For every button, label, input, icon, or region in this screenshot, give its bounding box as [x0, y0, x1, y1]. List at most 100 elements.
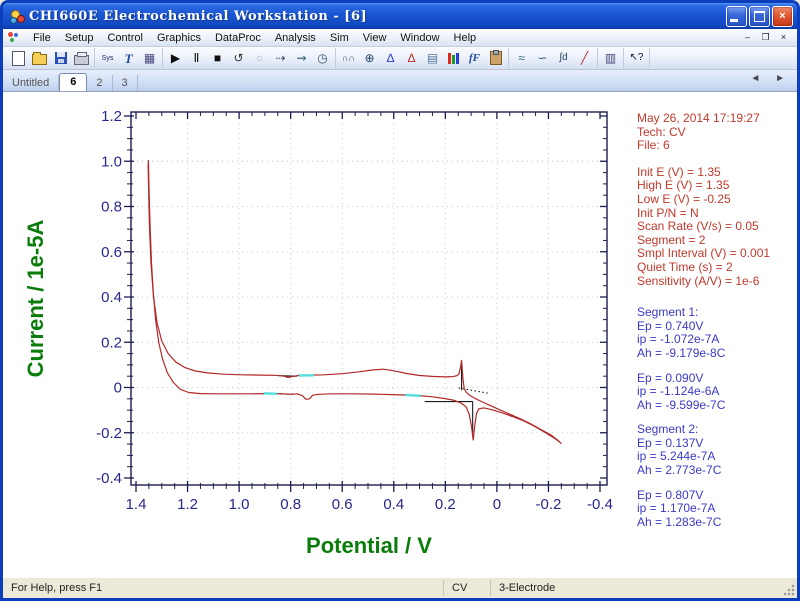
peak-anno-icon: ∆	[407, 51, 416, 65]
panel-line: Init E (V) = 1.35	[637, 164, 721, 179]
menu-analysis[interactable]: Analysis	[268, 31, 323, 45]
color-map-icon	[447, 52, 460, 64]
font-icon[interactable]: fF	[464, 49, 485, 68]
tab-untitled[interactable]: Untitled	[3, 75, 60, 91]
x-tick-label: 0.2	[435, 496, 456, 513]
tab-2[interactable]: 2	[87, 75, 113, 91]
y-tick-label: 0.6	[101, 244, 122, 261]
x-tick-label: 0	[493, 496, 501, 513]
experiment-info-panel: May 26, 2014 17:19:27 Tech: CV File: 6 Ini…	[637, 111, 795, 540]
hold-icon[interactable]: ○	[249, 49, 270, 68]
new-file-icon	[12, 50, 25, 66]
panel-line: ip = -1.072e-7A	[637, 332, 720, 347]
technique-icon[interactable]: T	[118, 49, 139, 68]
timer-icon[interactable]: ◷	[312, 49, 333, 68]
x-tick-label: 1.0	[229, 496, 250, 513]
menu-graphics[interactable]: Graphics	[150, 31, 208, 45]
tab-3[interactable]: 3	[113, 75, 138, 91]
reverse-scan-icon[interactable]: ↺	[228, 49, 249, 68]
new-file-icon[interactable]	[8, 49, 29, 68]
panel-line: Ah = 1.283e-7C	[637, 514, 722, 529]
color-map-icon[interactable]	[443, 49, 464, 68]
menu-setup[interactable]: Setup	[58, 31, 101, 45]
system-setup-icon[interactable]: Sys	[97, 49, 118, 68]
plot-client-area: 1.4 1.2 1.0 0.8 0.6 0.4 0.2 0 -0.2 -0.4 1.2 1.0 0.8 0…	[3, 92, 797, 577]
step-icon[interactable]: ⇢	[270, 49, 291, 68]
panel-line: High E (V) = 1.35	[637, 178, 730, 193]
title-bar[interactable]: CHI660E Electrochemical Workstation - [6…	[3, 3, 797, 29]
probe-icon[interactable]: ╱	[574, 49, 595, 68]
panel-line: Ah = -9.179e-8C	[637, 345, 726, 360]
panel-line: Ah = -9.599e-7C	[637, 397, 726, 412]
peak-result-block: Segment 1: Ep = 0.740V ip = -1.072e-7A Ah =…	[637, 306, 795, 360]
zoom-in-icon[interactable]: ⊕	[359, 49, 380, 68]
help-pointer-icon[interactable]: ↖?	[626, 49, 647, 68]
integration-seg1-mid	[405, 393, 421, 398]
menu-help[interactable]: Help	[447, 31, 484, 45]
tab-6[interactable]: 6	[59, 73, 88, 91]
pause-icon[interactable]: Ⅱ	[186, 49, 207, 68]
y-tick-label: 0.2	[101, 334, 122, 351]
stop-icon: ■	[213, 51, 222, 65]
run-icon[interactable]: ▶	[165, 49, 186, 68]
toolbar: Sys T ▦ ▶ Ⅱ ■ ↺ ○ ⇢ ⇝ ◷ ∩∩ ⊕ ∆ ∆ ▤ fF ≈ ∽ ∫d ╱ ▥ ↖?	[3, 47, 797, 70]
smooth-icon[interactable]: ∽	[532, 49, 553, 68]
y-tick-label: 0	[114, 380, 122, 397]
menu-file[interactable]: File	[26, 31, 58, 45]
save-icon[interactable]	[50, 49, 71, 68]
status-electrode-mode: 3-Electrode	[499, 582, 556, 594]
app-window: CHI660E Electrochemical Workstation - [6…	[0, 0, 800, 601]
mdi-minimize-button[interactable]: –	[740, 32, 755, 44]
minimize-button[interactable]	[726, 5, 747, 27]
copy-clipboard-icon[interactable]	[485, 49, 506, 68]
mdi-restore-button[interactable]: ❐	[758, 32, 773, 44]
data-tab-bar: Untitled 6 2 3 ◄ ►	[3, 70, 797, 92]
x-tick-label: 0.8	[280, 496, 301, 513]
open-file-icon	[32, 52, 47, 65]
font-icon: fF	[469, 51, 480, 64]
resize-grip[interactable]	[783, 584, 795, 596]
window-title: CHI660E Electrochemical Workstation - [6…	[29, 8, 368, 24]
panel-line: Init P/N = N	[637, 205, 699, 220]
print-icon[interactable]	[71, 49, 92, 68]
open-file-icon[interactable]	[29, 49, 50, 68]
ir-comp-icon: ⇝	[296, 51, 307, 65]
menu-window[interactable]: Window	[393, 31, 446, 45]
stop-icon[interactable]: ■	[207, 49, 228, 68]
peak-anno-icon[interactable]: ∆	[401, 49, 422, 68]
y-tick-label: 0.4	[101, 289, 122, 306]
menu-dataproc[interactable]: DataProc	[208, 31, 268, 45]
menu-sim[interactable]: Sim	[323, 31, 356, 45]
overlay-wave-icon[interactable]: ≈	[511, 49, 532, 68]
panel-line: Ep = 0.807V	[637, 487, 704, 502]
restore-button[interactable]	[749, 5, 770, 27]
panel-line: Scan Rate (V/s) = 0.05	[637, 219, 759, 234]
menu-control[interactable]: Control	[100, 31, 149, 45]
panel-line: Ep = 0.137V	[637, 435, 704, 450]
peak-results: Segment 1: Ep = 0.740V ip = -1.072e-7A Ah =…	[637, 306, 795, 529]
data-listing-icon[interactable]: ▥	[600, 49, 621, 68]
ir-comp-icon[interactable]: ⇝	[291, 49, 312, 68]
cell-setup-icon[interactable]: ▦	[139, 49, 160, 68]
panel-line: Quiet Time (s) = 2	[637, 259, 733, 274]
integrate-icon[interactable]: ∫d	[553, 49, 574, 68]
minimize-icon	[729, 19, 738, 22]
overlay-wave-icon: ≈	[518, 51, 525, 65]
status-bar: For Help, press F1 CV 3-Electrode	[3, 577, 797, 598]
app-icon	[9, 8, 25, 24]
system-setup-icon: Sys	[101, 54, 114, 62]
help-pointer-icon: ↖?	[629, 52, 644, 63]
mdi-close-button[interactable]: ×	[776, 32, 791, 44]
present-icon[interactable]: ▤	[422, 49, 443, 68]
panel-line: Smpl Interval (V) = 0.001	[637, 246, 771, 261]
tab-scroll-arrows[interactable]: ◄ ►	[750, 73, 791, 84]
peak-display-icon[interactable]: ∩∩	[338, 49, 359, 68]
document-icon[interactable]	[7, 31, 21, 44]
menu-view[interactable]: View	[356, 31, 394, 45]
peak-find-icon[interactable]: ∆	[380, 49, 401, 68]
close-button[interactable]: ×	[772, 5, 793, 27]
timer-icon: ◷	[317, 51, 328, 65]
print-icon	[74, 52, 89, 65]
panel-line: Tech: CV	[637, 124, 686, 139]
panel-line: Ah = 2.773e-7C	[637, 463, 722, 478]
